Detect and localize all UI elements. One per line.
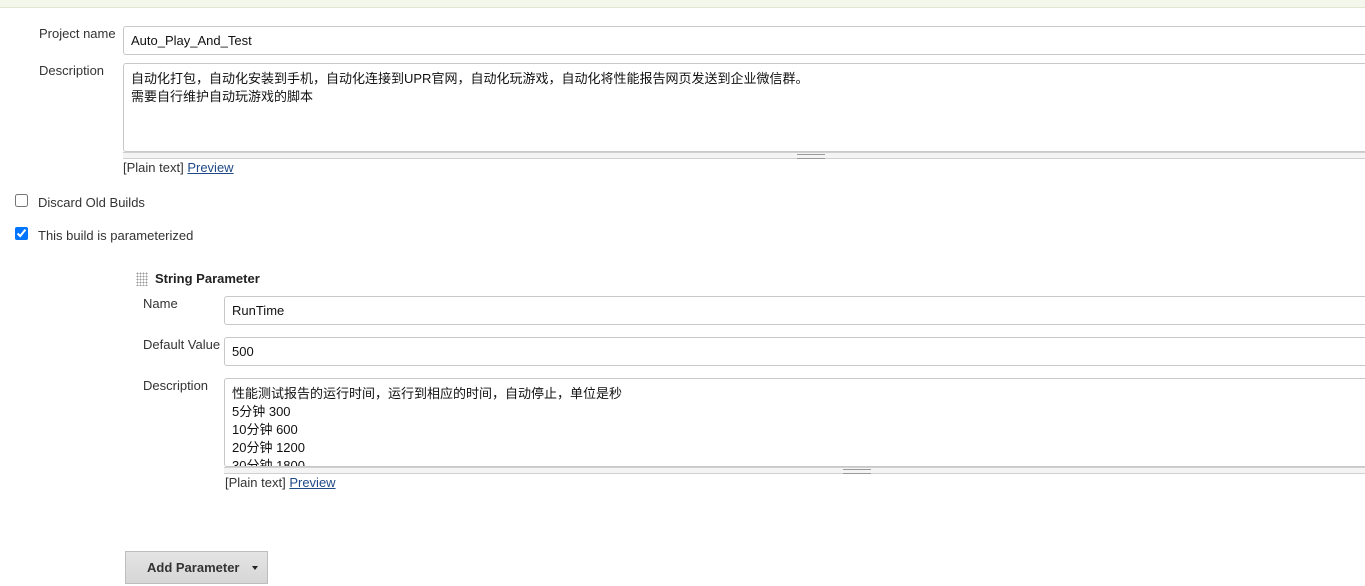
param-description-format-hint: [Plain text] Preview	[225, 475, 336, 490]
preview-link[interactable]: Preview	[289, 475, 335, 490]
project-name-label: Project name	[39, 26, 116, 41]
description-format-hint: [Plain text] Preview	[123, 160, 234, 175]
param-description-line: 10分钟 600	[232, 422, 298, 437]
resize-grip-icon	[843, 469, 871, 474]
description-label: Description	[39, 63, 105, 78]
param-description-label: Description	[143, 378, 209, 393]
discard-old-builds-label[interactable]: Discard Old Builds	[38, 195, 145, 210]
parameterized-checkbox[interactable]	[15, 227, 28, 240]
preview-link[interactable]: Preview	[187, 160, 233, 175]
add-parameter-button[interactable]: Add Parameter	[125, 551, 268, 584]
description-line: 需要自行维护自动玩游戏的脚本	[131, 89, 314, 104]
parameterized-label[interactable]: This build is parameterized	[38, 228, 193, 243]
resize-grip-icon	[797, 154, 825, 159]
plain-text-label: [Plain text]	[123, 160, 184, 175]
param-description-resize-handle[interactable]	[224, 467, 1365, 474]
default-value-label: Default Value	[143, 337, 221, 352]
discard-old-builds-checkbox[interactable]	[15, 194, 28, 207]
top-status-strip	[0, 0, 1365, 8]
param-name-input[interactable]	[224, 296, 1365, 325]
description-textarea[interactable]: 自动化打包，自动化安装到手机，自动化连接到UPR官网，自动化玩游戏，自动化将性能…	[123, 63, 1365, 152]
add-parameter-label: Add Parameter	[147, 560, 240, 575]
param-description-textarea[interactable]: 性能测试报告的运行时间，运行到相应的时间，自动停止，单位是秒 5分钟 300 1…	[224, 378, 1365, 467]
project-name-input[interactable]	[123, 26, 1365, 55]
param-description-line: 30分钟 1800	[232, 458, 305, 467]
drag-handle-icon[interactable]	[136, 272, 148, 286]
description-resize-handle[interactable]	[123, 152, 1365, 159]
plain-text-label: [Plain text]	[225, 475, 286, 490]
default-value-input[interactable]	[224, 337, 1365, 366]
string-parameter-title: String Parameter	[155, 271, 260, 286]
param-description-line: 20分钟 1200	[232, 440, 305, 455]
description-line: 自动化打包，自动化安装到手机，自动化连接到UPR官网，自动化玩游戏，自动化将性能…	[131, 71, 809, 86]
caret-down-icon[interactable]	[252, 566, 258, 570]
param-description-line: 5分钟 300	[232, 404, 291, 419]
param-description-line: 性能测试报告的运行时间，运行到相应的时间，自动停止，单位是秒	[232, 386, 623, 401]
param-name-label: Name	[143, 296, 178, 311]
